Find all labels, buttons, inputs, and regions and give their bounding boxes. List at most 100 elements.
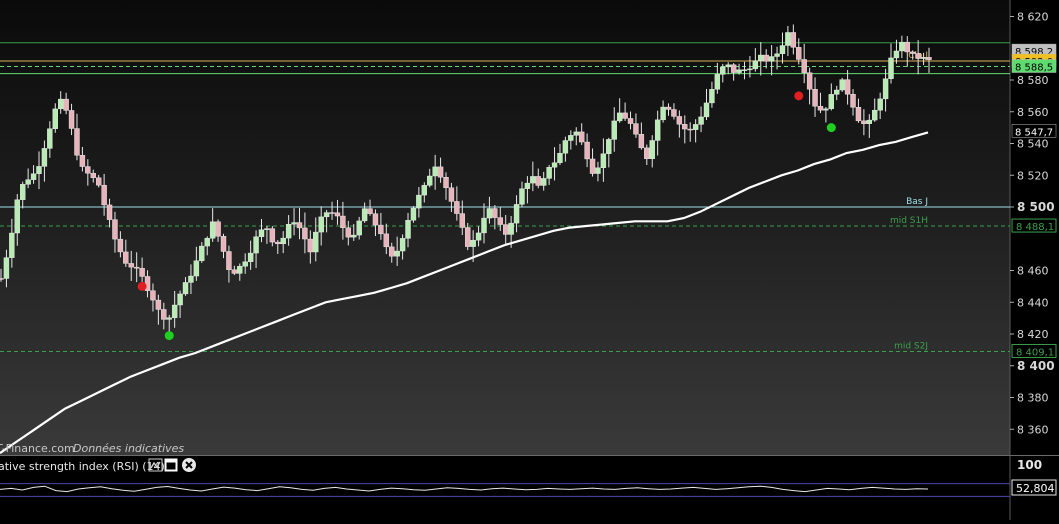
- candle-body: [828, 94, 835, 109]
- candle-body: [920, 57, 927, 59]
- level-label: Bas J: [906, 197, 928, 207]
- candle-body: [318, 216, 324, 233]
- price-tick-label: 8 420: [1017, 328, 1049, 341]
- candle-body: [3, 257, 10, 279]
- watermark-note: Données indicatives: [73, 442, 184, 455]
- rsi-top-tick: 100: [1017, 458, 1042, 472]
- candle-body: [410, 207, 417, 221]
- rsi-value-tag: 52,804: [1011, 479, 1057, 496]
- candle-body: [600, 153, 607, 168]
- candle-body: [888, 57, 894, 79]
- candle-body: [269, 228, 276, 243]
- candle-body: [323, 212, 330, 218]
- candle-body: [470, 239, 476, 247]
- candle-body: [855, 107, 862, 122]
- candle-body: [785, 32, 791, 46]
- candle-body: [872, 109, 878, 121]
- candle-body: [714, 74, 721, 90]
- candle-body: [63, 98, 69, 111]
- candle-body: [117, 238, 124, 253]
- price-tag-label: 8 588,5: [1015, 63, 1053, 74]
- rsi-title: ative strength index (RSI) (14): [0, 460, 165, 473]
- candle-body: [372, 213, 379, 226]
- candle-body: [394, 250, 400, 257]
- candle-body: [177, 293, 183, 306]
- candle-body: [513, 204, 520, 224]
- candle-body: [90, 173, 96, 178]
- rsi-maximize-icon[interactable]: [164, 458, 178, 472]
- candle-body: [893, 50, 900, 59]
- candle-body: [486, 208, 493, 219]
- price-tag-label: 8 547,7: [1015, 127, 1053, 138]
- candle-body: [611, 120, 617, 140]
- candle-body: [606, 139, 612, 154]
- candle-body: [796, 47, 802, 60]
- candle-body: [9, 232, 15, 258]
- price-tick-label: 8 440: [1017, 296, 1049, 309]
- candle-body: [155, 299, 162, 310]
- candle-body: [85, 166, 91, 174]
- candle-body: [133, 266, 140, 269]
- candle-body: [454, 201, 460, 214]
- candle-body: [41, 148, 48, 167]
- candle-body: [30, 173, 37, 180]
- level-label: mid S2J: [894, 341, 928, 351]
- candle-body: [763, 54, 769, 62]
- level-label: mid S1H: [890, 216, 928, 226]
- candle-body: [595, 167, 601, 174]
- candle-body: [20, 184, 26, 200]
- level-tag-label: 8 488,1: [1016, 222, 1054, 233]
- candle-body: [275, 241, 281, 245]
- price-tick-label: 8 500: [1017, 200, 1055, 214]
- candle-body: [578, 131, 585, 143]
- candle-body: [14, 199, 20, 234]
- chart-window: Clo J Bas Jmid S1H 8 488,1 mid S2J 8 409,1 8…: [0, 0, 1059, 520]
- candle-body: [128, 263, 134, 268]
- candle-body: [839, 79, 845, 91]
- rsi-toolbar: ative strength index (RSI) (14): [0, 458, 196, 473]
- candle-body: [188, 275, 194, 283]
- candle-body: [351, 234, 357, 238]
- candle-body: [79, 155, 86, 167]
- candle-body: [204, 238, 210, 247]
- candle-body: [741, 69, 748, 71]
- watermark: T-Finance.com: [0, 442, 75, 455]
- candle-body: [725, 64, 731, 68]
- level-tag-label: 8 409,1: [1016, 347, 1054, 358]
- candle-body: [389, 246, 395, 257]
- candle-body: [345, 227, 352, 238]
- candle-body: [806, 72, 813, 90]
- candle-body: [904, 41, 910, 53]
- price-tick-label: 8 620: [1017, 11, 1049, 24]
- candle-body: [540, 178, 547, 186]
- candle-body: [557, 152, 563, 163]
- candle-body: [844, 79, 851, 95]
- candle-body: [790, 32, 797, 48]
- candle-body: [730, 64, 737, 73]
- candle-body: [720, 66, 726, 75]
- candle-body: [671, 109, 677, 117]
- candle-body: [437, 166, 444, 178]
- candle-body: [106, 204, 113, 220]
- candle-body: [329, 212, 335, 214]
- candle-body: [774, 53, 780, 57]
- candle-body: [383, 233, 390, 248]
- candle-body: [226, 251, 232, 270]
- candle-body: [161, 309, 167, 320]
- candle-body: [866, 119, 873, 124]
- candle-body: [258, 229, 265, 237]
- candle-body: [378, 224, 384, 235]
- candle-body: [698, 116, 704, 125]
- rsi-close-icon[interactable]: [182, 458, 196, 472]
- candle-body: [562, 140, 569, 154]
- buy-signal-marker: [164, 331, 174, 341]
- candle-body: [503, 224, 509, 235]
- candle-body: [882, 78, 889, 100]
- candle-body: [524, 182, 531, 189]
- candle-body: [47, 128, 53, 149]
- candle-body: [427, 175, 433, 186]
- candle-body: [530, 176, 536, 184]
- sell-signal-marker: [137, 281, 147, 291]
- candle-body: [220, 236, 227, 252]
- candle-body: [68, 110, 75, 129]
